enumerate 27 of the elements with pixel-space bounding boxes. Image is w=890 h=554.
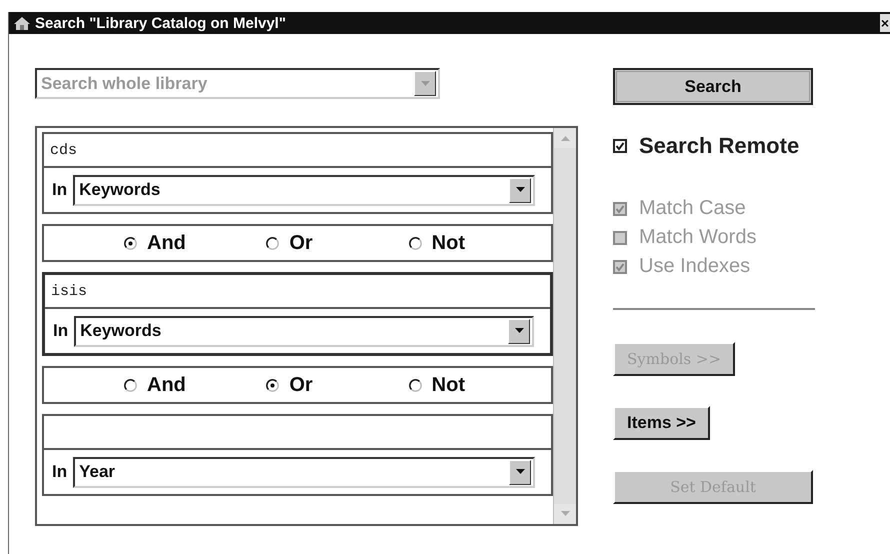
field-dropdown[interactable]: Keywords bbox=[74, 316, 534, 346]
operator-radio[interactable]: Not bbox=[408, 374, 551, 396]
operator-radio[interactable]: And bbox=[124, 232, 266, 254]
radio-selected-icon[interactable] bbox=[124, 236, 137, 250]
option-checkbox[interactable]: Search Remote bbox=[613, 133, 800, 159]
checkbox-checked-icon[interactable] bbox=[613, 139, 627, 153]
action-button[interactable]: Items >> bbox=[613, 406, 710, 440]
radio-icon[interactable] bbox=[266, 236, 280, 250]
in-label: In bbox=[52, 462, 68, 482]
search-term-field[interactable]: cds bbox=[44, 134, 551, 168]
radio-selected-icon[interactable] bbox=[266, 378, 280, 392]
window-title: Search "Library Catalog on Melvyl" bbox=[35, 14, 287, 32]
operator-radio[interactable]: Or bbox=[266, 374, 409, 396]
operator-radio[interactable]: Not bbox=[408, 232, 551, 254]
radio-icon[interactable] bbox=[408, 378, 422, 392]
close-button[interactable]: × bbox=[880, 14, 890, 32]
operator-radio[interactable]: And bbox=[124, 374, 266, 396]
radio-icon[interactable] bbox=[408, 236, 422, 250]
field-dropdown[interactable]: Keywords bbox=[73, 174, 535, 206]
in-label: In bbox=[52, 180, 68, 200]
search-button[interactable]: Search bbox=[613, 68, 813, 105]
operator-radio[interactable]: Or bbox=[266, 232, 409, 254]
radio-icon[interactable] bbox=[124, 378, 137, 392]
house-icon bbox=[13, 15, 31, 31]
field-dropdown[interactable]: Year bbox=[73, 456, 535, 488]
in-label: In bbox=[53, 321, 68, 341]
search-term-field[interactable]: isis bbox=[45, 275, 550, 309]
